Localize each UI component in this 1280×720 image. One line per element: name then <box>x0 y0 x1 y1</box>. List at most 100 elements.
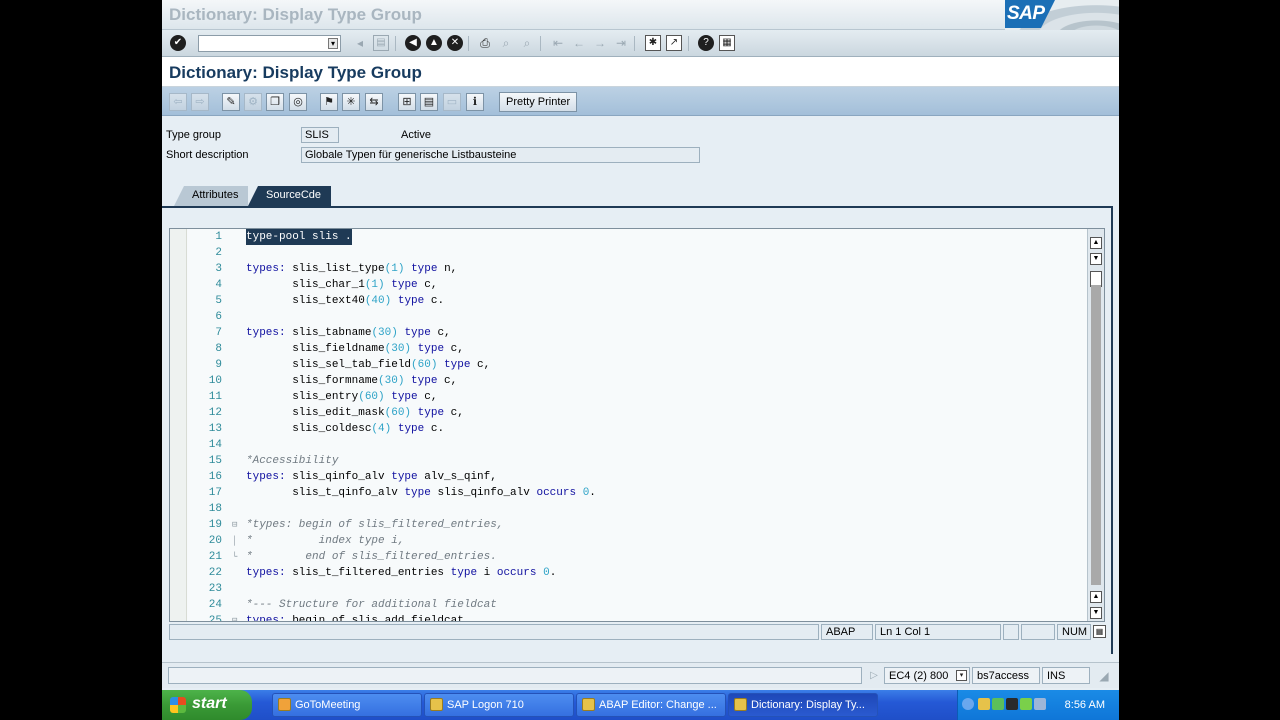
task-gotomeeting[interactable]: GoToMeeting <box>272 693 422 717</box>
tab-panel: 1 type-pool slis . 2 3 types: slis_list_ty… <box>162 206 1113 654</box>
layout-menu-icon[interactable]: ▦ <box>719 35 735 51</box>
editor-gutter <box>170 229 187 621</box>
window-title: Dictionary: Display Type Group <box>169 5 422 24</box>
application-toolbar: ⇦ ⇨ ✎ ⚙ ❐ ◎ ⚑ ✳ ⇆ ⊞ ▤ ▭ ℹ Pretty Printer <box>162 87 1119 116</box>
other-object-icon[interactable]: ❐ <box>266 93 284 111</box>
tab-strip: Attributes SourceCde <box>162 186 1119 208</box>
tab-attributes[interactable]: Attributes <box>174 186 249 206</box>
code-line: 14 <box>208 439 222 451</box>
screen-title-bar: Dictionary: Display Type Group <box>162 57 1119 87</box>
tray-shield-icon[interactable] <box>992 698 1004 710</box>
toolbar-divider <box>395 36 396 51</box>
previous-object-icon: ⇦ <box>169 93 187 111</box>
screen-title: Dictionary: Display Type Group <box>169 63 422 82</box>
start-button[interactable]: start <box>162 690 252 720</box>
scroll-page-up-icon[interactable]: ▲ <box>1090 237 1102 249</box>
status-toggle-icon[interactable]: ▷ <box>866 668 882 684</box>
editor-status-blank <box>1021 624 1055 640</box>
pretty-printer-button[interactable]: Pretty Printer <box>499 92 578 112</box>
code-line: 20 │ * index type i, <box>208 535 405 547</box>
status-message-area <box>168 667 862 684</box>
code-line: 16 types: slis_qinfo_alv type alv_s_qinf, <box>208 471 497 483</box>
type-group-field[interactable]: SLIS <box>301 127 339 143</box>
toolbar-divider <box>688 36 689 51</box>
editor-status-bar: ABAP Ln 1 Col 1 NUM ▦ <box>169 623 1106 641</box>
scroll-up-icon[interactable]: ▼ <box>1090 253 1102 265</box>
code-line: 2 <box>215 247 222 259</box>
system-tray: 8:56 AM <box>957 690 1119 720</box>
help-icon[interactable]: ? <box>698 35 714 51</box>
info-icon[interactable]: ℹ <box>466 93 484 111</box>
windows-taskbar: start GoToMeeting SAP Logon 710 ABAP Edi… <box>162 690 1119 720</box>
code-line: 13 slis_coldesc(4) type c. <box>208 423 445 435</box>
navigate-icon[interactable]: ⇆ <box>365 93 383 111</box>
where-used-icon[interactable]: ✳ <box>342 93 360 111</box>
scroll-page-down-icon[interactable]: ▼ <box>1090 607 1102 619</box>
activate-icon[interactable]: ⚑ <box>320 93 338 111</box>
scrollbar-track[interactable] <box>1091 285 1101 585</box>
print-list-icon[interactable]: ▤ <box>420 93 438 111</box>
short-description-field[interactable]: Globale Typen für generische Listbaustei… <box>301 147 700 163</box>
abap-source-editor[interactable]: 1 type-pool slis . 2 3 types: slis_list_ty… <box>169 228 1105 622</box>
exit-icon[interactable]: ▲ <box>426 35 442 51</box>
code-line: 23 <box>208 583 222 595</box>
fold-toggle-icon[interactable]: ⊟ <box>232 517 241 533</box>
code-line: 7 types: slis_tabname(30) type c, <box>215 327 451 339</box>
code-area[interactable]: 1 type-pool slis . 2 3 types: slis_list_ty… <box>188 229 1088 621</box>
tray-network-icon[interactable] <box>1020 698 1032 710</box>
sap-gui-window: Dictionary: Display Type Group SAP ✔ ▾ ◂… <box>162 0 1119 720</box>
create-session-icon[interactable]: ✱ <box>645 35 661 51</box>
tray-va-icon[interactable] <box>1006 698 1018 710</box>
tray-volume-icon[interactable] <box>1034 698 1046 710</box>
command-input[interactable] <box>199 36 327 51</box>
sap-logon-icon <box>430 698 443 711</box>
editor-vertical-scrollbar[interactable]: ▲ ▼ ▲ ▼ <box>1087 229 1104 621</box>
save-icon: ▤ <box>373 35 389 51</box>
previous-page-icon: ← <box>573 36 585 50</box>
check-icon[interactable]: ◎ <box>289 93 307 111</box>
tab-source-code[interactable]: SourceCde <box>248 186 332 206</box>
scroll-down-icon[interactable]: ▲ <box>1090 591 1102 603</box>
next-object-icon: ⇨ <box>191 93 209 111</box>
window-title-bar: Dictionary: Display Type Group SAP <box>162 0 1119 30</box>
code-line: 9 slis_sel_tab_field(60) type c, <box>215 359 491 371</box>
resize-grip-icon[interactable]: ◢ <box>1096 668 1112 684</box>
tray-arrow-icon[interactable] <box>962 698 974 710</box>
display-change-icon[interactable]: ✎ <box>222 93 240 111</box>
code-line: 11 slis_entry(60) type c, <box>208 391 438 403</box>
type-group-label: Type group <box>166 129 222 141</box>
back-icon[interactable]: ◀ <box>405 35 421 51</box>
enter-check-icon[interactable]: ✔ <box>170 35 186 51</box>
task-dictionary[interactable]: Dictionary: Display Ty... <box>728 693 878 717</box>
code-line: 19 ⊟ *types: begin of slis_filtered_entrie… <box>208 517 504 533</box>
code-line: 1 type-pool slis . <box>215 229 352 245</box>
active-inactive-icon: ⚙ <box>244 93 262 111</box>
standard-toolbar: ✔ ▾ ◂ ▤ ◀ ▲ ✕ ⎙ ⌕ ⌕ ⇤ ← → ⇥ ✱ ↗ ? ▦ <box>162 30 1119 57</box>
taskbar-clock: 8:56 AM <box>1064 699 1105 711</box>
code-line: 24 *--- Structure for additional fieldcat <box>208 599 497 611</box>
find-next-icon: ⌕ <box>523 36 531 50</box>
command-field[interactable]: ▾ <box>198 35 341 52</box>
code-line: 10 slis_formname(30) type c, <box>208 375 458 387</box>
tray-app-icon[interactable] <box>978 698 990 710</box>
find-icon: ⌕ <box>502 36 510 50</box>
print-icon[interactable]: ⎙ <box>477 35 493 51</box>
hierarchy-icon[interactable]: ⊞ <box>398 93 416 111</box>
code-line: 4 slis_char_1(1) type c, <box>215 279 438 291</box>
code-line: 17 slis_t_qinfo_alv type slis_qinfo_alv … <box>208 487 596 499</box>
code-line: 18 <box>208 503 222 515</box>
toolbar-divider <box>634 36 635 51</box>
fold-toggle-icon[interactable]: ⊟ <box>232 613 241 621</box>
editor-settings-icon[interactable]: ▦ <box>1093 625 1106 638</box>
command-history-dropdown[interactable]: ▾ <box>328 38 338 49</box>
code-line: 5 slis_text40(40) type c. <box>215 295 445 307</box>
sap-window-icon <box>582 698 595 711</box>
cancel-icon[interactable]: ✕ <box>447 35 463 51</box>
sap-logo: SAP <box>1005 0 1119 30</box>
first-page-icon: ⇤ <box>552 36 564 50</box>
task-sap-logon[interactable]: SAP Logon 710 <box>424 693 574 717</box>
create-shortcut-icon[interactable]: ↗ <box>666 35 682 51</box>
blank-button-icon: ▭ <box>443 93 461 111</box>
system-info-dropdown-icon[interactable]: ▾ <box>956 670 967 681</box>
task-abap-editor[interactable]: ABAP Editor: Change ... <box>576 693 726 717</box>
